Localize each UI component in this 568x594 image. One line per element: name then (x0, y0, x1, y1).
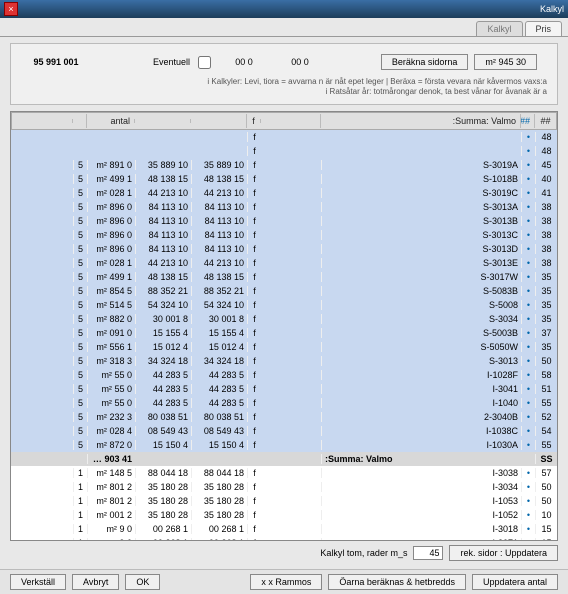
v3: 001 991 95 (31, 57, 81, 67)
titlebar: Kalkyl × (0, 0, 568, 18)
table-row[interactable]: 52•2-3040Bf51 038 8051 038 803 232 m²5 (11, 410, 557, 424)
table-row[interactable]: 50•I-1053f28 180 3528 180 352 801 m²1 (11, 494, 557, 508)
btn-upd[interactable]: Uppdatera antal (472, 574, 558, 590)
table-row[interactable]: 15•I-3018f1 268 001 268 000 9 m²1 (11, 522, 557, 536)
title: Kalkyl (540, 4, 564, 14)
table-row[interactable]: 50•I-3034f28 180 3528 180 352 801 m²1 (11, 480, 557, 494)
table-row[interactable]: 35•S-5083Bf21 352 8821 352 885 854 m²5 (11, 284, 557, 298)
btn-ears[interactable]: Öarna beräknas & hetbredds (328, 574, 466, 590)
table-row[interactable]: 51•I-3041f5 283 445 283 440 55 m²5 (11, 382, 557, 396)
group-row: SSSumma: Valmo:41 903 m² (11, 452, 557, 466)
table-row[interactable]: 35•S-5050Wf4 012 154 012 151 556 m²5 (11, 340, 557, 354)
table-row[interactable]: 38•S-3013Bf10 113 8410 113 840 896 m²5 (11, 214, 557, 228)
table-row[interactable]: 35•S-3034f8 001 308 001 300 882 m²5 (11, 312, 557, 326)
table-row[interactable]: 50•S-3013f18 324 3418 324 343 318 m²5 (11, 354, 557, 368)
num-input[interactable] (413, 546, 443, 560)
tabs: Pris Kalkyl (0, 18, 568, 37)
table-row[interactable]: 58•I-1028Ff5 283 445 283 440 55 m²5 (11, 368, 557, 382)
eventuell-check[interactable] (198, 56, 211, 69)
grid-header: #### Summa: Valmo: f antal (11, 112, 557, 130)
table-row[interactable]: 48•f (11, 144, 557, 158)
table-row[interactable]: 38•S-3013Ef10 213 4410 213 441 028 m²5 (11, 256, 557, 270)
btn-verk[interactable]: Verkställ (10, 574, 66, 590)
table-row[interactable]: 10•I-1052f28 180 3528 180 352 001 m²1 (11, 508, 557, 522)
table-row[interactable]: 41•S-3019Cf10 213 4410 213 441 028 m²5 (11, 186, 557, 200)
table-row[interactable]: 48•f (11, 130, 557, 144)
hintline1: i Kalkyler: Levi, tiora = avvarna n är n… (207, 77, 547, 86)
btn-rek[interactable]: rek. sidor : Uppdatera (449, 545, 558, 561)
table-row[interactable]: 54•I-1038Cf43 549 0843 549 084 028 m²5 (11, 424, 557, 438)
v2: 0 00 (219, 57, 269, 67)
sum-label: Kalkyl tom, rader m_s (320, 548, 407, 558)
btn-rem[interactable]: x x Rammos (250, 574, 322, 590)
bottombar: rek. sidor : Uppdatera Kalkyl tom, rader… (0, 541, 568, 565)
total-area-badge: 30 945 m² (474, 54, 537, 70)
table-row[interactable]: 55•I-1030Af4 150 154 150 150 872 m²5 (11, 438, 557, 452)
eventuell-label: Eventuell (153, 57, 190, 67)
table-row[interactable]: 45•S-3019Af10 889 3510 889 350 891 m²5 (11, 158, 557, 172)
table-row[interactable]: 38•S-3013Af10 113 8410 113 840 896 m²5 (11, 200, 557, 214)
tab-pris[interactable]: Pris (525, 21, 563, 36)
table-row[interactable]: 35•S-3017Wf15 138 4815 138 481 499 m²5 (11, 270, 557, 284)
hintline2: i Ratsåtar år: totmårongar denok, ta bes… (326, 87, 547, 96)
btn-avbryt[interactable]: Avbryt (72, 574, 119, 590)
table-row[interactable]: 38•S-3013Df10 113 8410 113 840 896 m²5 (11, 242, 557, 256)
table-row[interactable]: 40•S-1018Bf15 138 4815 138 481 499 m²5 (11, 172, 557, 186)
table-row[interactable]: 55•I-1040f5 283 445 283 440 55 m²5 (11, 396, 557, 410)
v1: 0 00 (275, 57, 325, 67)
btn-ok[interactable]: OK (125, 574, 160, 590)
btn-ber[interactable]: Beräkna sidorna (381, 54, 469, 70)
close-icon[interactable]: × (4, 2, 18, 16)
table-row[interactable]: 37•S-5003Bf4 155 154 155 150 091 m²5 (11, 326, 557, 340)
table-row[interactable]: 38•S-3013Cf10 113 8410 113 840 896 m²5 (11, 228, 557, 242)
table-row[interactable]: 35•S-5008f10 324 5410 324 545 514 m²5 (11, 298, 557, 312)
grid[interactable]: #### Summa: Valmo: f antal 48•f48•f45•S-… (10, 111, 558, 541)
table-row[interactable]: 57•I-3038f18 044 8818 044 885 148 m²1 (11, 466, 557, 480)
tab-kalkyl[interactable]: Kalkyl (476, 21, 522, 36)
